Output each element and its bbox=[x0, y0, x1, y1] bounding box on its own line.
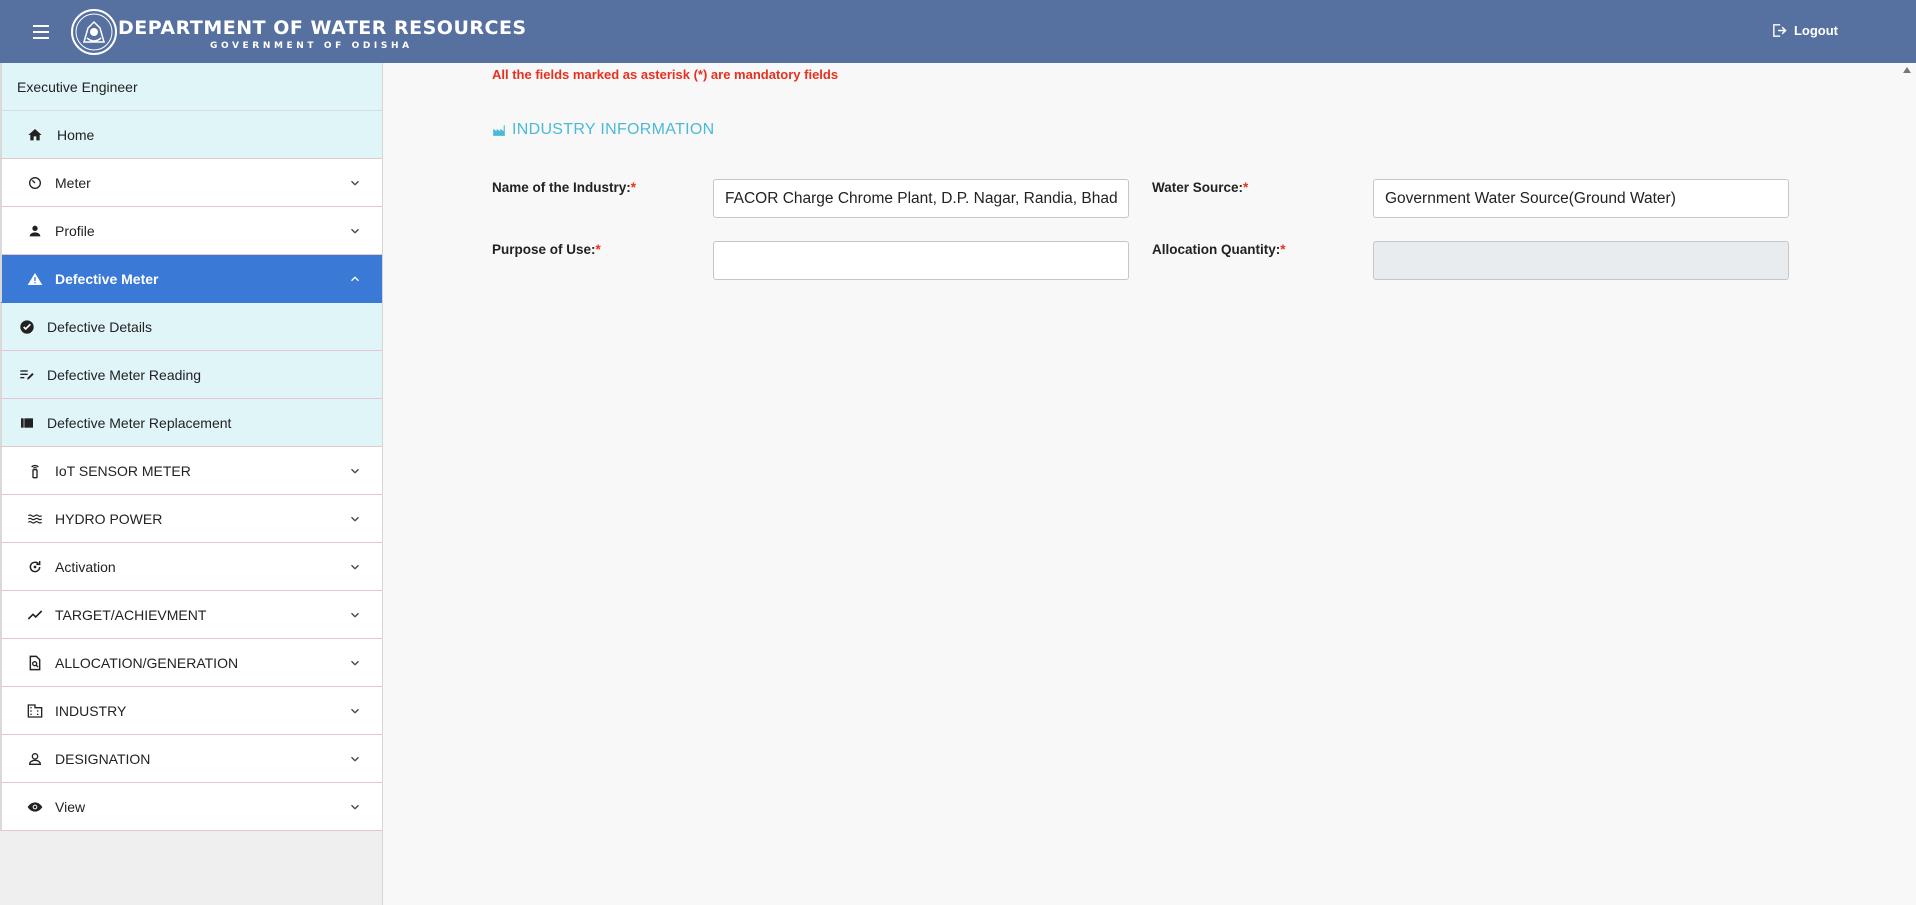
water-source-field[interactable] bbox=[1373, 179, 1789, 218]
scroll-up-arrow[interactable] bbox=[1903, 67, 1911, 73]
logout-icon bbox=[1773, 24, 1787, 37]
chevron-down-icon bbox=[348, 752, 362, 766]
chevron-down-icon bbox=[348, 800, 362, 814]
sidebar-item-hydro-power[interactable]: HYDRO POWER bbox=[0, 495, 382, 543]
hamburger-menu-icon[interactable] bbox=[30, 22, 52, 42]
sidebar-item-label: Activation bbox=[55, 558, 116, 575]
sidebar-item-view[interactable]: View bbox=[0, 783, 382, 831]
refresh-icon bbox=[26, 558, 44, 576]
sidebar-item-label: DESIGNATION bbox=[55, 750, 151, 767]
sidebar-item-target-achievment[interactable]: TARGET/ACHIEVMENT bbox=[0, 591, 382, 639]
mandatory-note: All the fields marked as asterisk (*) ar… bbox=[492, 67, 839, 82]
top-header: DEPARTMENT OF WATER RESOURCES GOVERNMENT… bbox=[0, 0, 1916, 63]
required-asterisk: * bbox=[630, 180, 637, 195]
eye-icon bbox=[26, 798, 44, 816]
industry-name-field[interactable] bbox=[713, 179, 1129, 218]
chevron-down-icon bbox=[348, 656, 362, 670]
industry-name-label: Name of the Industry:* bbox=[492, 180, 637, 195]
person-icon bbox=[26, 222, 44, 240]
sidebar-item-label: Meter bbox=[55, 174, 91, 191]
trend-icon bbox=[26, 606, 44, 624]
required-asterisk: * bbox=[1243, 180, 1249, 195]
sidebar-item-home[interactable]: Home bbox=[0, 111, 382, 159]
sidebar-item-meter[interactable]: Meter bbox=[0, 159, 382, 207]
logout-label: Logout bbox=[1793, 23, 1838, 38]
user-role: Executive Engineer bbox=[0, 63, 382, 111]
sidebar-item-industry[interactable]: INDUSTRY bbox=[0, 687, 382, 735]
chevron-down-icon bbox=[348, 464, 362, 478]
sidebar-item-iot-sensor-meter[interactable]: IoT SENSOR METER bbox=[0, 447, 382, 495]
find-document-icon bbox=[26, 654, 44, 672]
allocation-quantity-field[interactable] bbox=[1373, 241, 1789, 280]
sidebar-item-activation[interactable]: Activation bbox=[0, 543, 382, 591]
chevron-down-icon bbox=[348, 560, 362, 574]
sidebar-item-label: Profile bbox=[55, 222, 95, 239]
chevron-down-icon bbox=[348, 176, 362, 190]
sidebar-item-label: Defective Details bbox=[47, 318, 153, 335]
sidebar-item-defective-meter[interactable]: Defective Meter bbox=[0, 255, 382, 303]
check-circle-icon bbox=[18, 318, 36, 336]
sidebar-subitem-defective-details[interactable]: Defective Details bbox=[0, 303, 382, 351]
government-subtitle: GOVERNMENT OF ODISHA bbox=[210, 41, 413, 51]
logout-button[interactable]: Logout bbox=[1771, 22, 1838, 39]
sidebar-subitem-defective-meter-replacement[interactable]: Defective Meter Replacement bbox=[0, 399, 382, 447]
edit-note-icon bbox=[18, 366, 36, 384]
chevron-down-icon bbox=[348, 704, 362, 718]
sidebar-item-label: INDUSTRY bbox=[55, 702, 127, 719]
allocation-quantity-label: Allocation Quantity:* bbox=[1152, 242, 1286, 257]
sidebar-item-label: Defective Meter Reading bbox=[47, 366, 202, 383]
sidebar-item-profile[interactable]: Profile bbox=[0, 207, 382, 255]
purpose-of-use-label: Purpose of Use:* bbox=[492, 242, 601, 257]
required-asterisk: * bbox=[595, 242, 601, 257]
chevron-down-icon bbox=[348, 608, 362, 622]
department-title: DEPARTMENT OF WATER RESOURCES bbox=[118, 17, 527, 39]
section-title-text: INDUSTRY INFORMATION bbox=[512, 121, 715, 138]
sidebar-item-label: Defective Meter Replacement bbox=[47, 414, 232, 431]
chevron-up-icon bbox=[348, 272, 362, 286]
sidebar: Executive Engineer Home Meter Profile De… bbox=[0, 63, 383, 905]
home-icon bbox=[26, 126, 44, 144]
view-list-icon bbox=[18, 414, 36, 432]
sidebar-item-designation[interactable]: DESIGNATION bbox=[0, 735, 382, 783]
purpose-of-use-field[interactable] bbox=[713, 241, 1129, 280]
chevron-down-icon bbox=[348, 224, 362, 238]
sidebar-subitem-defective-meter-reading[interactable]: Defective Meter Reading bbox=[0, 351, 382, 399]
odisha-emblem-logo bbox=[71, 9, 117, 55]
sensor-icon bbox=[26, 462, 44, 480]
sidebar-item-label: Defective Meter bbox=[55, 270, 159, 287]
required-asterisk: * bbox=[1280, 242, 1286, 257]
warning-icon bbox=[26, 270, 44, 288]
sidebar-item-label: TARGET/ACHIEVMENT bbox=[55, 606, 207, 623]
person-outline-icon bbox=[26, 750, 44, 768]
section-title: INDUSTRY INFORMATION bbox=[492, 121, 714, 139]
sidebar-item-label: HYDRO POWER bbox=[55, 510, 163, 527]
gauge-icon bbox=[26, 174, 44, 192]
sidebar-item-label: Home bbox=[57, 126, 95, 143]
sidebar-item-label: IoT SENSOR METER bbox=[55, 462, 191, 479]
main-content: All the fields marked as asterisk (*) ar… bbox=[383, 63, 1916, 905]
sidebar-item-label: View bbox=[55, 798, 86, 815]
sidebar-item-label: ALLOCATION/GENERATION bbox=[55, 654, 239, 671]
factory-icon bbox=[493, 125, 505, 136]
water-source-label: Water Source:* bbox=[1152, 180, 1249, 195]
chevron-down-icon bbox=[348, 512, 362, 526]
waves-icon bbox=[26, 510, 44, 528]
sidebar-item-allocation-generation[interactable]: ALLOCATION/GENERATION bbox=[0, 639, 382, 687]
building-icon bbox=[26, 702, 44, 720]
